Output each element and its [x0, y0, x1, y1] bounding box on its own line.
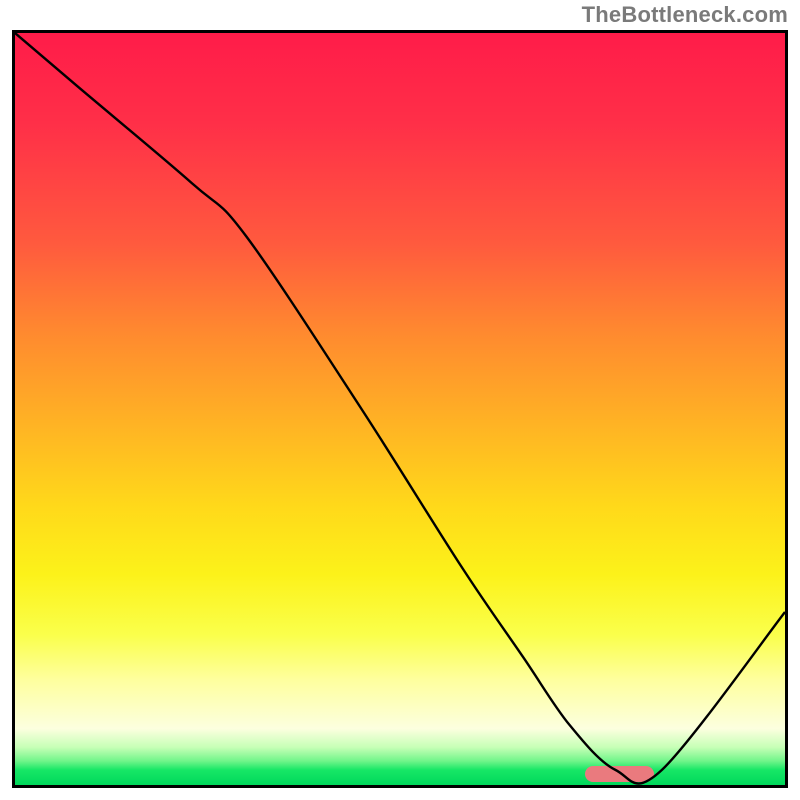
watermark-text: TheBottleneck.com: [582, 2, 788, 28]
optimal-region-marker: [585, 766, 654, 782]
chart-gradient-background: [15, 33, 785, 785]
chart-frame: [12, 30, 788, 788]
